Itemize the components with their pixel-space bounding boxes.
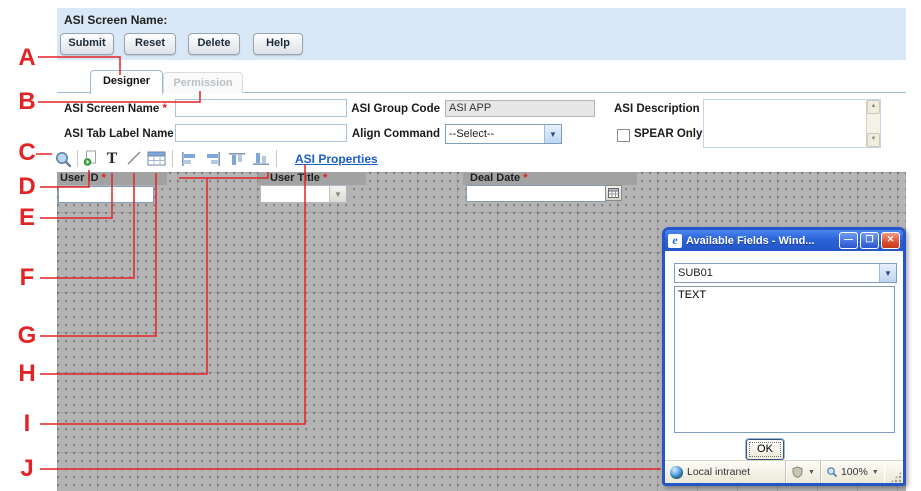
available-fields-listbox[interactable]: TEXT <box>674 286 895 433</box>
close-icon[interactable]: ✕ <box>881 232 900 249</box>
annotation-letter-d: D <box>12 175 42 199</box>
toolbar-separator <box>172 150 173 167</box>
screen-name-label: ASI Screen Name * <box>64 103 167 115</box>
annotation-letter-i: I <box>12 412 42 436</box>
toolbar-separator <box>77 150 78 167</box>
align-left-icon[interactable] <box>180 149 198 168</box>
restore-button[interactable]: ❐ <box>860 232 879 249</box>
user-id-input[interactable] <box>58 186 154 203</box>
tab-permission[interactable]: Permission <box>163 72 243 93</box>
tab-label-name-input[interactable] <box>175 124 347 142</box>
annotation-letter-e: E <box>12 206 42 230</box>
field-header-deal-date: Deal Date * <box>463 172 637 185</box>
magnifier-icon[interactable] <box>53 149 73 168</box>
chevron-down-icon[interactable]: ▼ <box>329 186 346 202</box>
annotation-letter-g: G <box>12 324 42 348</box>
list-item[interactable]: TEXT <box>675 287 894 303</box>
window-title: Available Fields - Wind... <box>686 235 837 247</box>
chevron-down-icon[interactable]: ▼ <box>879 264 896 282</box>
tab-designer[interactable]: Designer <box>90 70 163 94</box>
group-code-label: ASI Group Code <box>343 103 440 115</box>
description-textarea[interactable]: ▲ ▼ <box>703 99 881 148</box>
scroll-down-icon[interactable]: ▼ <box>867 133 880 147</box>
annotation-letter-f: F <box>12 266 42 290</box>
annotation-letter-c: C <box>12 141 42 165</box>
zone-label: Local intranet <box>687 466 750 478</box>
field-header-user-title: User Title * <box>258 172 366 185</box>
align-command-select[interactable]: --Select-- ▼ <box>445 124 562 144</box>
table-tool-icon[interactable] <box>146 149 167 168</box>
spear-only-checkbox[interactable] <box>617 129 630 142</box>
available-fields-window: e Available Fields - Wind... — ❐ ✕ SUB01… <box>662 227 906 486</box>
scroll-up-icon[interactable]: ▲ <box>867 100 880 114</box>
chevron-down-icon: ▼ <box>808 469 815 476</box>
delete-button[interactable]: Delete <box>188 33 240 55</box>
description-scrollbar[interactable]: ▲ ▼ <box>866 100 880 147</box>
popup-status-bar: Local intranet ▼ 100% ▼ <box>665 460 903 483</box>
annotation-letter-a: A <box>12 46 42 70</box>
align-top-icon[interactable] <box>228 149 246 168</box>
spear-only-label: SPEAR Only <box>634 128 702 140</box>
line-tool-icon[interactable] <box>126 149 143 168</box>
security-zone-indicator: Local intranet <box>665 461 786 483</box>
annotation-letter-j: J <box>12 457 42 481</box>
annotation-letter-h: H <box>12 362 42 386</box>
align-command-label: Align Command <box>343 128 440 140</box>
field-header-user-id: User ID * <box>57 172 167 185</box>
user-title-select[interactable]: ▼ <box>260 185 347 203</box>
chevron-down-icon[interactable]: ▼ <box>544 125 561 143</box>
header-bar <box>57 8 906 60</box>
shield-icon <box>791 466 804 478</box>
window-titlebar[interactable]: e Available Fields - Wind... — ❐ ✕ <box>665 230 903 251</box>
available-fields-select[interactable]: SUB01 ▼ <box>674 263 897 283</box>
ok-button[interactable]: OK <box>746 439 784 460</box>
minimize-button[interactable]: — <box>839 232 858 249</box>
submit-button[interactable]: Submit <box>60 33 114 55</box>
calendar-icon[interactable] <box>605 185 622 201</box>
description-label: ASI Description <box>614 103 700 115</box>
internet-explorer-icon: e <box>668 234 682 248</box>
toolbar-separator <box>276 150 277 167</box>
tab-label-name-label: ASI Tab Label Name * <box>64 128 181 140</box>
globe-icon <box>670 466 683 479</box>
zoom-level: 100% <box>841 466 868 478</box>
reset-button[interactable]: Reset <box>124 33 176 55</box>
annotation-letter-b: B <box>12 90 42 114</box>
deal-date-input[interactable] <box>466 185 606 202</box>
group-code-value: ASI APP <box>445 100 595 117</box>
text-tool-icon[interactable]: T <box>103 149 121 168</box>
screen-name-input[interactable] <box>175 99 347 117</box>
chevron-down-icon: ▼ <box>872 469 879 476</box>
zoom-control[interactable]: 100% ▼ <box>821 461 884 483</box>
align-right-icon[interactable] <box>204 149 222 168</box>
help-button[interactable]: Help <box>253 33 303 55</box>
asi-properties-link[interactable]: ASI Properties <box>295 152 378 166</box>
resize-grip[interactable] <box>890 471 902 483</box>
protected-mode-control[interactable]: ▼ <box>786 461 821 483</box>
magnifier-icon <box>826 466 838 478</box>
add-page-icon[interactable] <box>82 149 98 168</box>
align-bottom-icon[interactable] <box>252 149 270 168</box>
page-title: ASI Screen Name: <box>64 13 167 27</box>
